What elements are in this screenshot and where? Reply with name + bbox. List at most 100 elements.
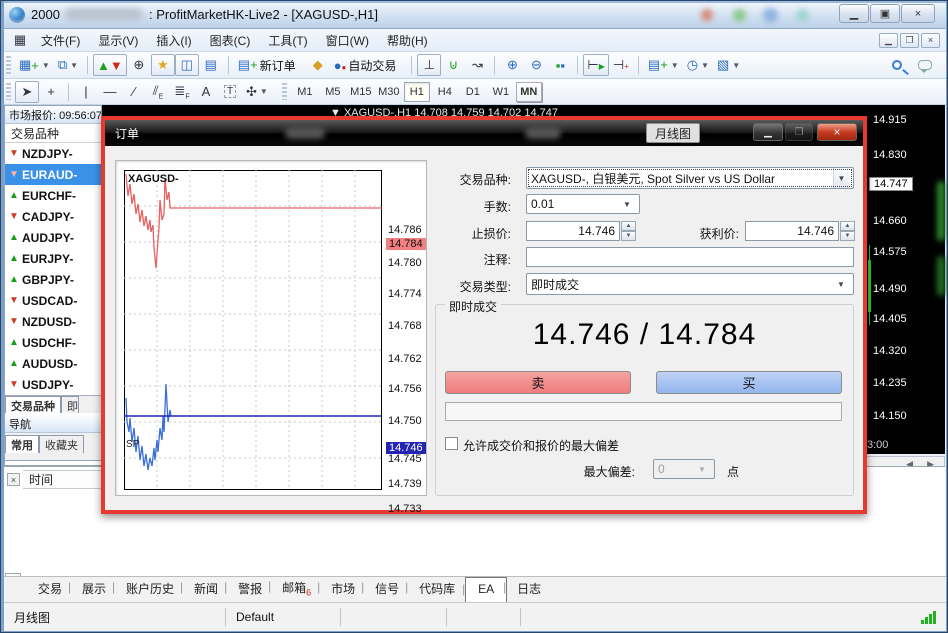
symbol-row[interactable]: USDCAD- — [5, 290, 101, 311]
window-close-button[interactable]: × — [901, 4, 935, 23]
order-dialog-titlebar[interactable]: 订单 ▁ ❐ × — [105, 120, 863, 146]
tab-symbols[interactable]: 交易品种 — [5, 396, 61, 413]
tab-signals[interactable]: 信号 — [365, 576, 409, 602]
menu-help[interactable]: 帮助(H) — [378, 32, 437, 49]
deviation-checkbox[interactable] — [445, 437, 458, 450]
channel-button[interactable]: ⫽E — [146, 81, 170, 103]
symbol-row[interactable]: GBPJPY- — [5, 269, 101, 290]
symbol-row[interactable]: AUDJPY- — [5, 227, 101, 248]
trendline-button[interactable]: ∕ — [122, 81, 146, 103]
tab-favorites[interactable]: 收藏夹 — [39, 435, 84, 453]
candlestick-button[interactable]: ⊍ — [441, 54, 465, 76]
tab-alerts[interactable]: 警报 — [228, 576, 272, 602]
timeframe-m30[interactable]: M30 — [376, 82, 402, 102]
timeframe-w1[interactable]: W1 — [488, 82, 514, 102]
takeprofit-spinner[interactable]: ▲▼ — [840, 221, 855, 241]
spin-down-icon[interactable]: ▼ — [840, 231, 855, 241]
timeframe-h4[interactable]: H4 — [432, 82, 458, 102]
symbol-row[interactable]: AUDUSD- — [5, 353, 101, 374]
toolbar-grip-2[interactable] — [6, 83, 11, 101]
toolbar-grip[interactable] — [6, 56, 11, 74]
text-button[interactable]: A — [194, 81, 218, 103]
bar-chart-button[interactable]: ⊥ — [417, 54, 441, 76]
vline-button[interactable]: | — [74, 81, 98, 103]
timeframe-h1[interactable]: H1 — [404, 82, 430, 102]
eraser-button[interactable]: ◆ — [306, 54, 330, 76]
auto-scroll-button[interactable]: ⊣+ — [609, 54, 633, 76]
symbol-row[interactable]: NZDJPY- — [5, 143, 101, 164]
window-minimize-button[interactable]: ▁ — [839, 4, 869, 23]
timeframe-grip[interactable] — [282, 83, 287, 101]
menu-insert[interactable]: 插入(I) — [147, 32, 200, 49]
symbol-row[interactable]: EURAUD- — [5, 164, 101, 185]
tab-news[interactable]: 新闻 — [184, 576, 228, 602]
market-watch-button[interactable]: ◫ — [175, 54, 199, 76]
tab-account-history[interactable]: 账户历史 — [116, 576, 184, 602]
chart-shift-button[interactable]: ⊢▶ — [583, 54, 608, 76]
symbol-row[interactable]: USDCHF- — [5, 332, 101, 353]
mdi-minimize-button[interactable]: ▁ — [879, 33, 898, 48]
profiles-button[interactable]: ⧉▼ — [54, 54, 82, 76]
mdi-restore-button[interactable]: ❐ — [900, 33, 919, 48]
comment-input[interactable] — [526, 247, 854, 267]
symbol-column-header[interactable]: 交易品种 — [5, 124, 101, 143]
tab-code-base[interactable]: 代码库 — [409, 576, 465, 602]
tab-ea[interactable]: EA — [465, 577, 507, 603]
tab-mailbox[interactable]: 邮箱6 — [272, 575, 321, 602]
tab-journal[interactable]: 日志 — [507, 576, 551, 602]
sell-button[interactable]: 卖 — [445, 371, 631, 394]
chevron-down-icon[interactable]: ▼ — [833, 274, 849, 294]
dialog-minimize-button[interactable]: ▁ — [753, 123, 783, 141]
menu-charts[interactable]: 图表(C) — [201, 32, 260, 49]
stoploss-spinner[interactable]: ▲▼ — [621, 221, 636, 241]
zoom-out-button[interactable]: ⊖ — [524, 54, 548, 76]
tile-windows-button[interactable]: ▪▪ — [548, 54, 572, 76]
data-window-button[interactable]: ▤ — [199, 54, 223, 76]
chevron-down-icon[interactable]: ▼ — [619, 195, 635, 213]
templates-button[interactable]: ▧▼ — [713, 54, 744, 76]
periods-button[interactable]: ◷▼ — [683, 54, 713, 76]
tab-common[interactable]: 常用 — [5, 435, 39, 453]
tick-chart-button[interactable]: ▲▼ — [93, 54, 127, 76]
navigator-title[interactable]: 导航 — [5, 415, 101, 433]
terminal-close-button[interactable]: × — [7, 473, 20, 486]
tab-trade[interactable]: 交易 — [28, 576, 72, 602]
buy-button[interactable]: 买 — [656, 371, 842, 394]
symbol-row[interactable]: EURJPY- — [5, 248, 101, 269]
menu-window[interactable]: 窗口(W) — [317, 32, 378, 49]
autotrade-button[interactable]: ●● 自动交易 — [330, 54, 407, 76]
order-type-select[interactable]: 即时成交 ▼ — [526, 273, 854, 295]
menu-tools[interactable]: 工具(T) — [259, 32, 316, 49]
spin-up-icon[interactable]: ▲ — [840, 221, 855, 231]
new-order-button[interactable]: ▤+ 新订单 — [234, 54, 306, 76]
crosshair-tool-button[interactable]: + — [39, 81, 63, 103]
menu-file[interactable]: 文件(F) — [32, 32, 89, 49]
symbol-row[interactable]: CADJPY- — [5, 206, 101, 227]
symbol-select[interactable]: XAGUSD-, 白银美元, Spot Silver vs US Dollar … — [526, 167, 854, 189]
text-label-button[interactable]: T — [218, 81, 242, 103]
hline-button[interactable]: — — [98, 81, 122, 103]
chat-icon[interactable] — [918, 60, 932, 70]
crosshair-button[interactable]: ⊕ — [127, 54, 151, 76]
indicators-button[interactable]: ▤+▼ — [644, 54, 683, 76]
fibonacci-button[interactable]: ≣F — [170, 81, 194, 103]
tab-exposure[interactable]: 展示 — [72, 576, 116, 602]
window-restore-button[interactable]: ▣ — [870, 4, 900, 23]
symbol-row[interactable]: NZDUSD- — [5, 311, 101, 332]
tab-market[interactable]: 市场 — [321, 576, 365, 602]
cursor-button[interactable]: ➤ — [15, 81, 39, 103]
symbol-row[interactable]: EURCHF- — [5, 185, 101, 206]
line-chart-button[interactable]: ↝ — [465, 54, 489, 76]
search-icon[interactable] — [892, 60, 902, 70]
timeframe-m15[interactable]: M15 — [348, 82, 374, 102]
status-profile[interactable]: Default — [226, 608, 341, 626]
market-watch-title[interactable]: 市场报价: 09:56:07 — [5, 106, 101, 124]
volume-select[interactable]: 0.01 ▼ — [526, 194, 640, 214]
takeprofit-input[interactable]: 14.746 — [745, 221, 839, 241]
timeframe-mn[interactable]: MN — [516, 82, 542, 102]
dialog-restore-button[interactable]: ❐ — [785, 123, 813, 141]
new-chart-button[interactable]: ▦+▼ — [15, 54, 54, 76]
spin-down-icon[interactable]: ▼ — [621, 231, 636, 241]
favorites-button[interactable]: ★ — [151, 54, 175, 76]
zoom-in-button[interactable]: ⊕ — [500, 54, 524, 76]
